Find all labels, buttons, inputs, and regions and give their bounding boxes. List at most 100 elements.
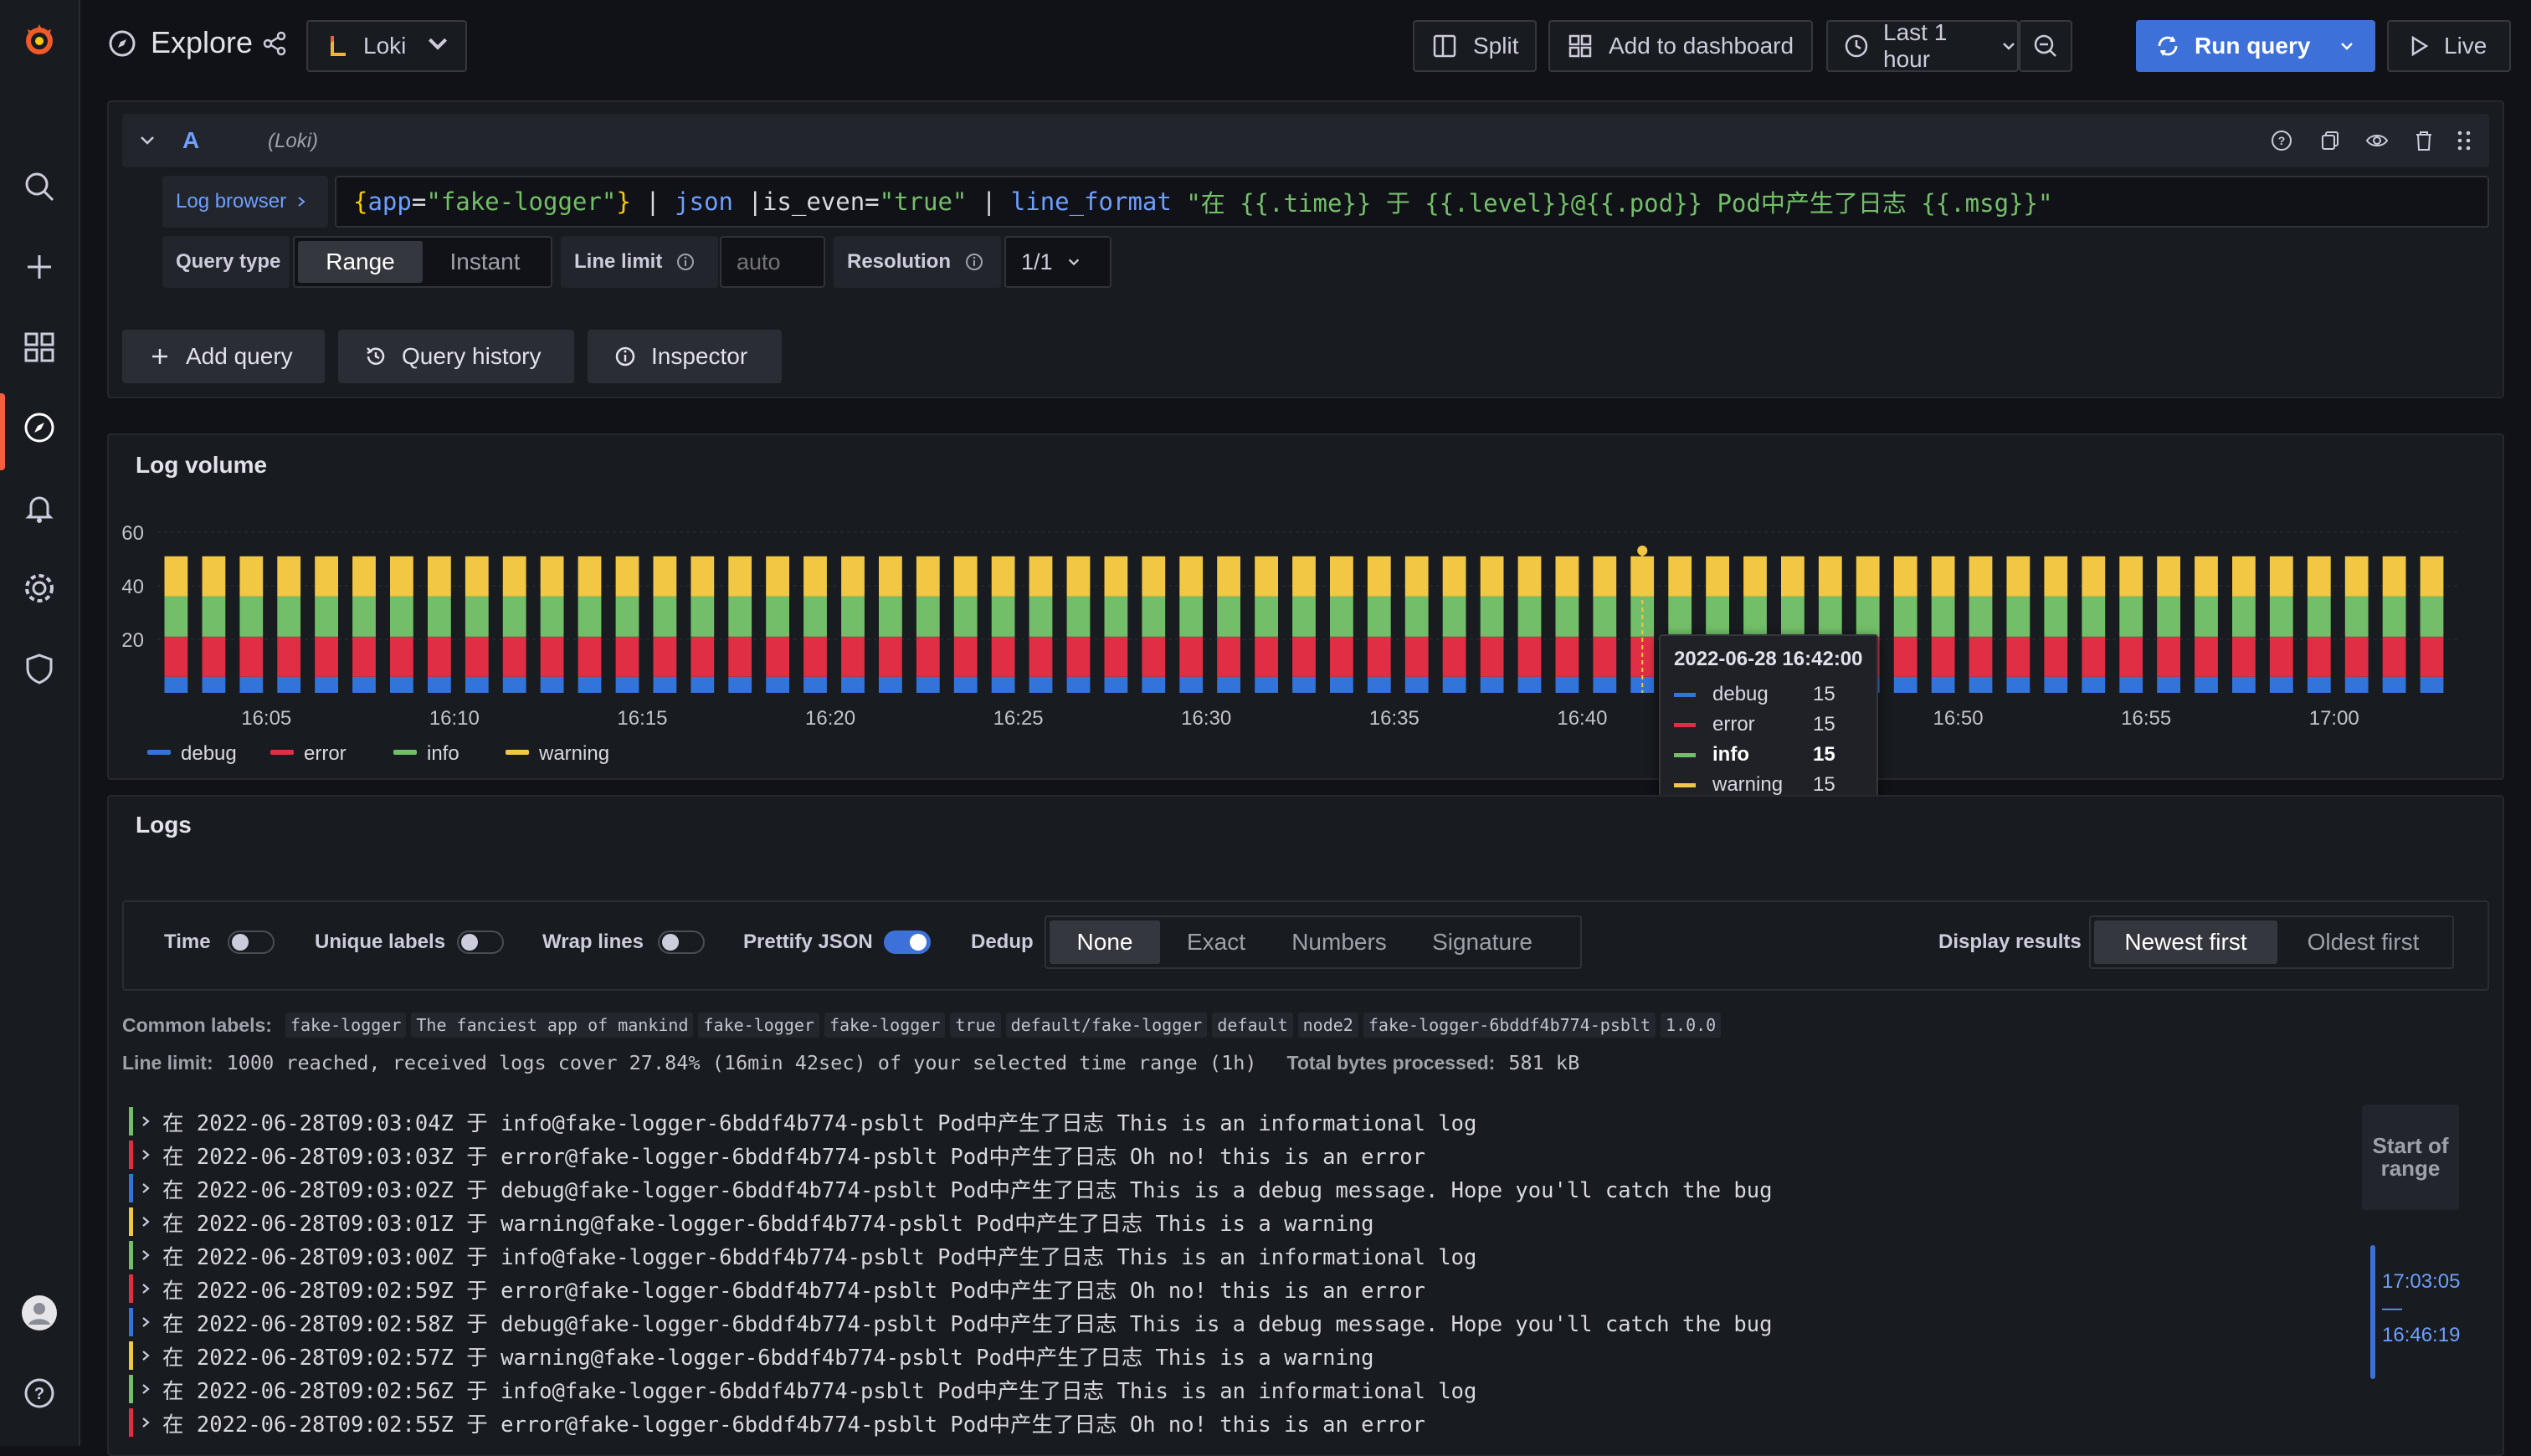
user-avatar[interactable] xyxy=(18,1292,60,1334)
grafana-logo-icon[interactable] xyxy=(18,18,60,60)
help-icon[interactable]: ? xyxy=(2270,129,2293,152)
help-icon[interactable]: ? xyxy=(18,1372,60,1414)
unique-labels-toggle[interactable] xyxy=(457,931,504,954)
add-to-dashboard-button[interactable]: Add to dashboard xyxy=(1548,20,1813,72)
log-row[interactable]: 在 2022-06-28T09:02:56Z 于 info@fake-logge… xyxy=(127,1372,1476,1406)
prettify-json-toggle[interactable] xyxy=(884,931,931,954)
log-browser-button[interactable]: Log browser xyxy=(162,176,328,228)
duplicate-icon[interactable] xyxy=(2318,129,2342,152)
log-row[interactable]: 在 2022-06-28T09:03:02Z 于 debug@fake-logg… xyxy=(127,1171,1772,1205)
log-row[interactable]: 在 2022-06-28T09:02:55Z 于 error@fake-logg… xyxy=(127,1406,1425,1439)
common-label-tag: node2 xyxy=(1297,1013,1358,1038)
bar-info xyxy=(1179,596,1204,637)
y-tick-label: 40 xyxy=(121,576,144,598)
bar-debug xyxy=(1255,676,1278,693)
dedup-none[interactable]: None xyxy=(1050,920,1160,964)
bar-error xyxy=(1330,636,1353,677)
dedup-signature[interactable]: Signature xyxy=(1406,920,1558,964)
share-icon[interactable] xyxy=(261,30,288,57)
shield-icon[interactable] xyxy=(18,648,60,690)
chevron-right-icon[interactable] xyxy=(139,1276,162,1301)
line-limit-info-title: Line limit: xyxy=(122,1051,213,1074)
explore-compass-icon[interactable] xyxy=(18,407,60,449)
plus-icon[interactable] xyxy=(18,246,60,288)
trash-icon[interactable] xyxy=(2412,129,2436,152)
time-toggle[interactable] xyxy=(228,931,275,954)
time-toggle-label: Time xyxy=(164,931,211,953)
log-row[interactable]: 在 2022-06-28T09:03:00Z 于 info@fake-logge… xyxy=(127,1238,1476,1272)
bar-error xyxy=(2420,636,2444,677)
log-browser-label: Log browser xyxy=(176,190,287,213)
resolution-select[interactable]: 1/1 xyxy=(1004,236,1111,288)
query-editor[interactable]: {app = "fake-logger"} | json | is_even = "tru… xyxy=(335,176,2489,228)
log-row[interactable]: 在 2022-06-28T09:02:58Z 于 debug@fake-logg… xyxy=(127,1305,1772,1339)
inspector-button[interactable]: Inspector xyxy=(588,330,782,383)
drag-handle-icon[interactable] xyxy=(2452,129,2476,152)
bar-error xyxy=(239,636,264,677)
bar-info xyxy=(2119,596,2143,637)
bar-warning xyxy=(1179,556,1204,597)
chevron-right-icon[interactable] xyxy=(139,1176,162,1201)
dedup-numbers[interactable]: Numbers xyxy=(1272,920,1406,964)
query-type-instant[interactable]: Instant xyxy=(423,241,547,283)
chevron-right-icon[interactable] xyxy=(139,1310,162,1335)
alerting-bell-icon[interactable] xyxy=(18,487,60,529)
log-line: 在 2022-06-28T09:03:03Z 于 error@fake-logg… xyxy=(162,1144,1425,1170)
tooltip-row: debug 15 xyxy=(1674,683,1835,706)
chevron-right-icon[interactable] xyxy=(139,1410,162,1435)
chevron-right-icon[interactable] xyxy=(139,1209,162,1234)
settings-gear-icon[interactable] xyxy=(18,567,60,609)
bar-info xyxy=(1969,596,1993,637)
log-row[interactable]: 在 2022-06-28T09:02:59Z 于 error@fake-logg… xyxy=(127,1272,1425,1305)
datasource-picker[interactable]: Loki xyxy=(306,20,467,72)
start-of-range-button[interactable]: Start of range xyxy=(2362,1105,2459,1210)
collapse-chevron-icon[interactable] xyxy=(137,130,157,150)
bar-error xyxy=(1292,636,1316,677)
bar-warning xyxy=(2195,556,2218,597)
line-limit-input[interactable] xyxy=(720,236,825,288)
bar-error xyxy=(2157,636,2180,677)
query-letter[interactable]: A xyxy=(182,127,199,154)
dedup-exact[interactable]: Exact xyxy=(1160,920,1272,964)
run-query-label: Run query xyxy=(2195,33,2311,59)
live-button[interactable]: Live xyxy=(2387,20,2511,72)
eye-icon[interactable] xyxy=(2365,129,2389,152)
y-tick-label: 60 xyxy=(121,522,144,545)
bar-info xyxy=(1743,596,1767,637)
bar-debug xyxy=(1969,676,1993,693)
range-labels[interactable]: 17:03:05 — 16:46:19 xyxy=(2382,1269,2460,1349)
bar-warning xyxy=(653,556,677,597)
chevron-right-icon[interactable] xyxy=(139,1142,162,1167)
bar-info xyxy=(2195,596,2218,637)
time-range-picker[interactable]: Last 1 hour xyxy=(1826,19,2019,72)
info-icon[interactable] xyxy=(964,252,984,272)
log-row[interactable]: 在 2022-06-28T09:03:03Z 于 error@fake-logg… xyxy=(127,1138,1425,1171)
add-query-label: Add query xyxy=(186,343,293,369)
log-row[interactable]: 在 2022-06-28T09:03:04Z 于 info@fake-logge… xyxy=(127,1105,1476,1138)
log-row[interactable]: 在 2022-06-28T09:03:01Z 于 warning@fake-lo… xyxy=(127,1205,1374,1238)
log-line: 在 2022-06-28T09:02:58Z 于 debug@fake-logg… xyxy=(162,1311,1773,1337)
dashboards-icon[interactable] xyxy=(18,326,60,368)
bar-debug xyxy=(1104,676,1128,693)
query-row-header xyxy=(122,114,2489,167)
split-button[interactable]: Split xyxy=(1413,20,1537,72)
wrap-lines-toggle[interactable] xyxy=(658,931,705,954)
chevron-right-icon[interactable] xyxy=(139,1343,162,1368)
add-query-button[interactable]: Add query xyxy=(122,330,325,383)
chevron-right-icon[interactable] xyxy=(139,1109,162,1134)
run-query-button[interactable]: Run query xyxy=(2136,20,2375,72)
order-oldest-first[interactable]: Oldest first xyxy=(2277,920,2449,964)
info-icon[interactable] xyxy=(675,252,696,272)
chevron-right-icon[interactable] xyxy=(139,1377,162,1402)
order-newest-first[interactable]: Newest first xyxy=(2094,920,2277,964)
bar-warning xyxy=(1668,556,1692,597)
chevron-right-icon[interactable] xyxy=(139,1243,162,1268)
chevron-down-icon[interactable] xyxy=(2338,38,2355,54)
bar-error xyxy=(1255,636,1278,677)
log-row[interactable]: 在 2022-06-28T09:02:57Z 于 warning@fake-lo… xyxy=(127,1339,1374,1372)
query-type-range[interactable]: Range xyxy=(298,241,423,283)
bar-debug xyxy=(1593,676,1617,693)
query-history-button[interactable]: Query history xyxy=(338,330,574,383)
search-icon[interactable] xyxy=(18,166,60,208)
zoom-out-button[interactable] xyxy=(2019,20,2072,72)
